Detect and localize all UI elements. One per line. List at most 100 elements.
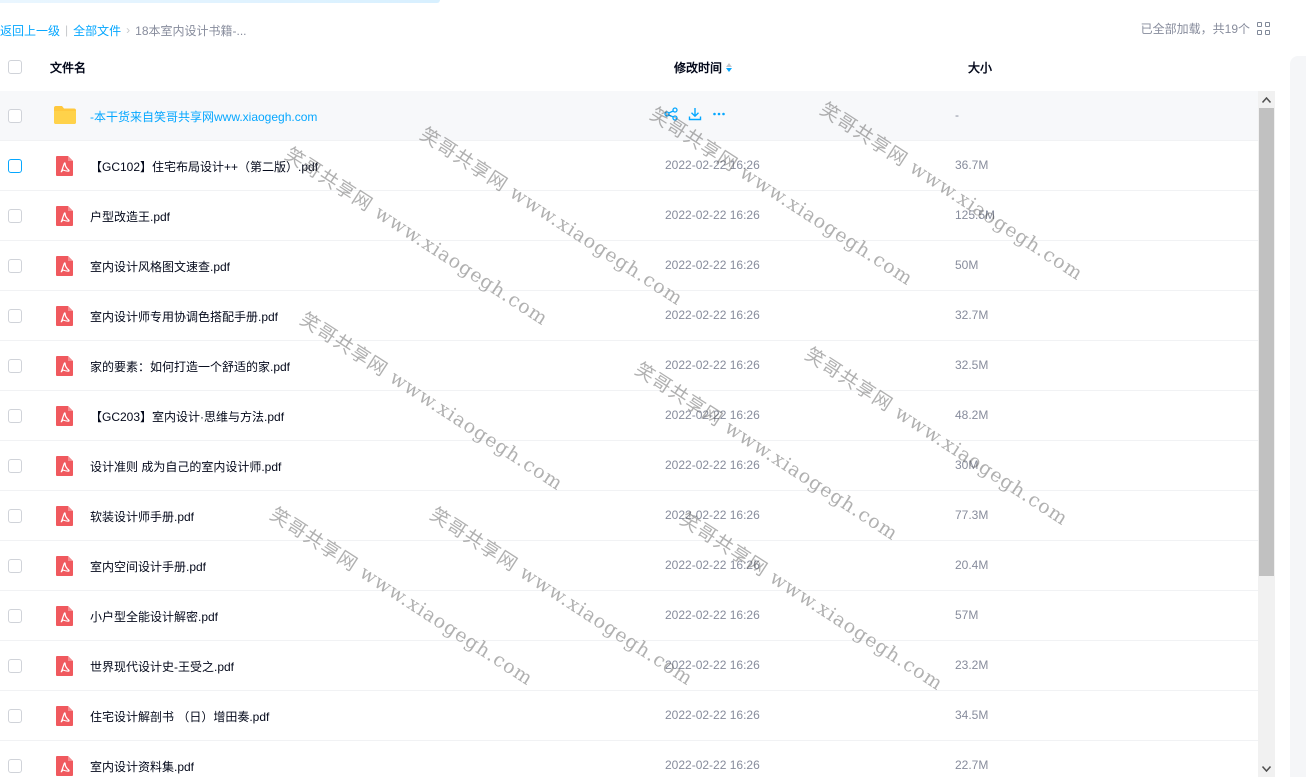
- file-name[interactable]: 住宅设计解剖书 （日）增田奏.pdf: [90, 708, 269, 725]
- file-modified-time: 2022-02-22 16:26: [665, 358, 760, 372]
- file-size: 36.7M: [955, 158, 989, 172]
- file-size: 77.3M: [955, 508, 989, 522]
- scroll-up-icon[interactable]: [1258, 91, 1275, 108]
- file-row[interactable]: 室内空间设计手册.pdf 2022-02-22 16:26 20.4M: [0, 541, 1258, 591]
- file-rows: 【GC102】住宅布局设计++（第二版）.pdf 2022-02-22 16:26…: [0, 141, 1258, 777]
- file-name[interactable]: 【GC102】住宅布局设计++（第二版）.pdf: [90, 158, 318, 175]
- column-header-size[interactable]: 大小: [968, 59, 992, 76]
- row-checkbox[interactable]: [8, 509, 22, 523]
- breadcrumb: 返回上一级 | 全部文件 › 18本室内设计书籍-... 已全部加载，共19个: [0, 18, 1290, 42]
- file-name[interactable]: 室内设计风格图文速查.pdf: [90, 258, 230, 275]
- row-checkbox[interactable]: [8, 459, 22, 473]
- file-name[interactable]: 室内设计资料集.pdf: [90, 758, 194, 775]
- sort-desc-icon: [726, 63, 733, 72]
- file-row[interactable]: 软装设计师手册.pdf 2022-02-22 16:26 77.3M: [0, 491, 1258, 541]
- folder-name[interactable]: -本干货来自笑哥共享网www.xiaogegh.com: [90, 108, 317, 125]
- file-name[interactable]: 小户型全能设计解密.pdf: [90, 608, 218, 625]
- right-panel-edge: [1290, 56, 1306, 777]
- column-header-modified[interactable]: 修改时间: [674, 59, 733, 76]
- breadcrumb-separator: |: [65, 23, 69, 37]
- file-size: 48.2M: [955, 408, 989, 422]
- row-checkbox[interactable]: [8, 609, 22, 623]
- file-name[interactable]: 软装设计师手册.pdf: [90, 508, 194, 525]
- column-header-modified-label: 修改时间: [674, 61, 723, 75]
- file-modified-time: 2022-02-22 16:26: [665, 608, 760, 622]
- row-checkbox[interactable]: [8, 259, 22, 273]
- row-checkbox[interactable]: [8, 559, 22, 573]
- folder-icon: [54, 106, 76, 124]
- current-folder-label: 18本室内设计书籍-...: [135, 23, 247, 38]
- file-row[interactable]: 设计准则 成为自己的室内设计师.pdf 2022-02-22 16:26 30M: [0, 441, 1258, 491]
- file-name[interactable]: 世界现代设计史-王受之.pdf: [90, 658, 234, 675]
- table-header: 文件名 修改时间 大小: [0, 50, 1260, 84]
- pdf-file-icon: [56, 506, 73, 526]
- row-checkbox[interactable]: [8, 159, 22, 173]
- file-modified-time: 2022-02-22 16:26: [665, 708, 760, 722]
- file-size: 34.5M: [955, 708, 989, 722]
- pdf-file-icon: [56, 306, 73, 326]
- row-checkbox[interactable]: [8, 309, 22, 323]
- file-modified-time: 2022-02-22 16:26: [665, 208, 760, 222]
- file-name[interactable]: 设计准则 成为自己的室内设计师.pdf: [90, 458, 281, 475]
- select-all-checkbox[interactable]: [8, 60, 22, 74]
- file-name[interactable]: 室内设计师专用协调色搭配手册.pdf: [90, 308, 278, 325]
- file-row[interactable]: 住宅设计解剖书 （日）增田奏.pdf 2022-02-22 16:26 34.5M: [0, 691, 1258, 741]
- folder-size: -: [955, 108, 959, 122]
- file-row[interactable]: 家的要素：如何打造一个舒适的家.pdf 2022-02-22 16:26 32.5M: [0, 341, 1258, 391]
- pdf-file-icon: [56, 206, 73, 226]
- row-checkbox[interactable]: [8, 409, 22, 423]
- scrollbar-thumb[interactable]: [1259, 108, 1274, 576]
- pdf-file-icon: [56, 656, 73, 676]
- row-checkbox[interactable]: [8, 709, 22, 723]
- pdf-file-icon: [56, 256, 73, 276]
- file-row[interactable]: 世界现代设计史-王受之.pdf 2022-02-22 16:26 23.2M: [0, 641, 1258, 691]
- file-name[interactable]: 户型改造王.pdf: [90, 208, 170, 225]
- pdf-file-icon: [56, 606, 73, 626]
- all-files-link[interactable]: 全部文件: [73, 22, 121, 39]
- file-size: 23.2M: [955, 658, 989, 672]
- column-header-name[interactable]: 文件名: [50, 59, 86, 76]
- folder-row[interactable]: -本干货来自笑哥共享网www.xiaogegh.com -: [0, 91, 1258, 141]
- file-size: 32.7M: [955, 308, 989, 322]
- row-actions: [663, 106, 727, 122]
- file-name[interactable]: 家的要素：如何打造一个舒适的家.pdf: [90, 358, 290, 375]
- file-modified-time: 2022-02-22 16:26: [665, 258, 760, 272]
- file-modified-time: 2022-02-22 16:26: [665, 658, 760, 672]
- download-icon[interactable]: [687, 106, 703, 122]
- file-row[interactable]: 室内设计资料集.pdf 2022-02-22 16:26 22.7M: [0, 741, 1258, 777]
- row-checkbox[interactable]: [8, 359, 22, 373]
- pdf-file-icon: [56, 156, 73, 176]
- pdf-file-icon: [56, 556, 73, 576]
- back-link[interactable]: 返回上一级: [0, 22, 60, 39]
- row-checkbox[interactable]: [8, 659, 22, 673]
- file-row[interactable]: 【GC102】住宅布局设计++（第二版）.pdf 2022-02-22 16:26…: [0, 141, 1258, 191]
- row-checkbox[interactable]: [8, 759, 22, 773]
- file-list: -本干货来自笑哥共享网www.xiaogegh.com - 【GC102】住宅布…: [0, 91, 1258, 777]
- file-name[interactable]: 【GC203】室内设计·思维与方法.pdf: [90, 408, 284, 425]
- file-size: 22.7M: [955, 758, 989, 772]
- pdf-file-icon: [56, 356, 73, 376]
- row-checkbox[interactable]: [8, 209, 22, 223]
- share-icon[interactable]: [663, 106, 679, 122]
- file-modified-time: 2022-02-22 16:26: [665, 508, 760, 522]
- file-row[interactable]: 室内设计师专用协调色搭配手册.pdf 2022-02-22 16:26 32.7M: [0, 291, 1258, 341]
- file-size: 30M: [955, 458, 979, 472]
- row-checkbox[interactable]: [8, 109, 22, 123]
- top-accent-bar: [0, 0, 440, 3]
- file-modified-time: 2022-02-22 16:26: [665, 558, 760, 572]
- scrollbar[interactable]: [1258, 91, 1275, 777]
- more-icon[interactable]: [711, 106, 727, 122]
- scroll-down-icon[interactable]: [1258, 760, 1275, 777]
- file-name[interactable]: 室内空间设计手册.pdf: [90, 558, 206, 575]
- pdf-file-icon: [56, 706, 73, 726]
- grid-view-icon[interactable]: [1257, 22, 1270, 35]
- file-size: 125.5M: [955, 208, 996, 222]
- file-row[interactable]: 户型改造王.pdf 2022-02-22 16:26 125.5M: [0, 191, 1258, 241]
- file-row[interactable]: 小户型全能设计解密.pdf 2022-02-22 16:26 57M: [0, 591, 1258, 641]
- file-row[interactable]: 【GC203】室内设计·思维与方法.pdf 2022-02-22 16:26 48.…: [0, 391, 1258, 441]
- file-size: 50M: [955, 258, 979, 272]
- file-row[interactable]: 室内设计风格图文速查.pdf 2022-02-22 16:26 50M: [0, 241, 1258, 291]
- file-size: 20.4M: [955, 558, 989, 572]
- load-status-text: 已全部加载，共19个: [1140, 22, 1250, 36]
- file-size: 32.5M: [955, 358, 989, 372]
